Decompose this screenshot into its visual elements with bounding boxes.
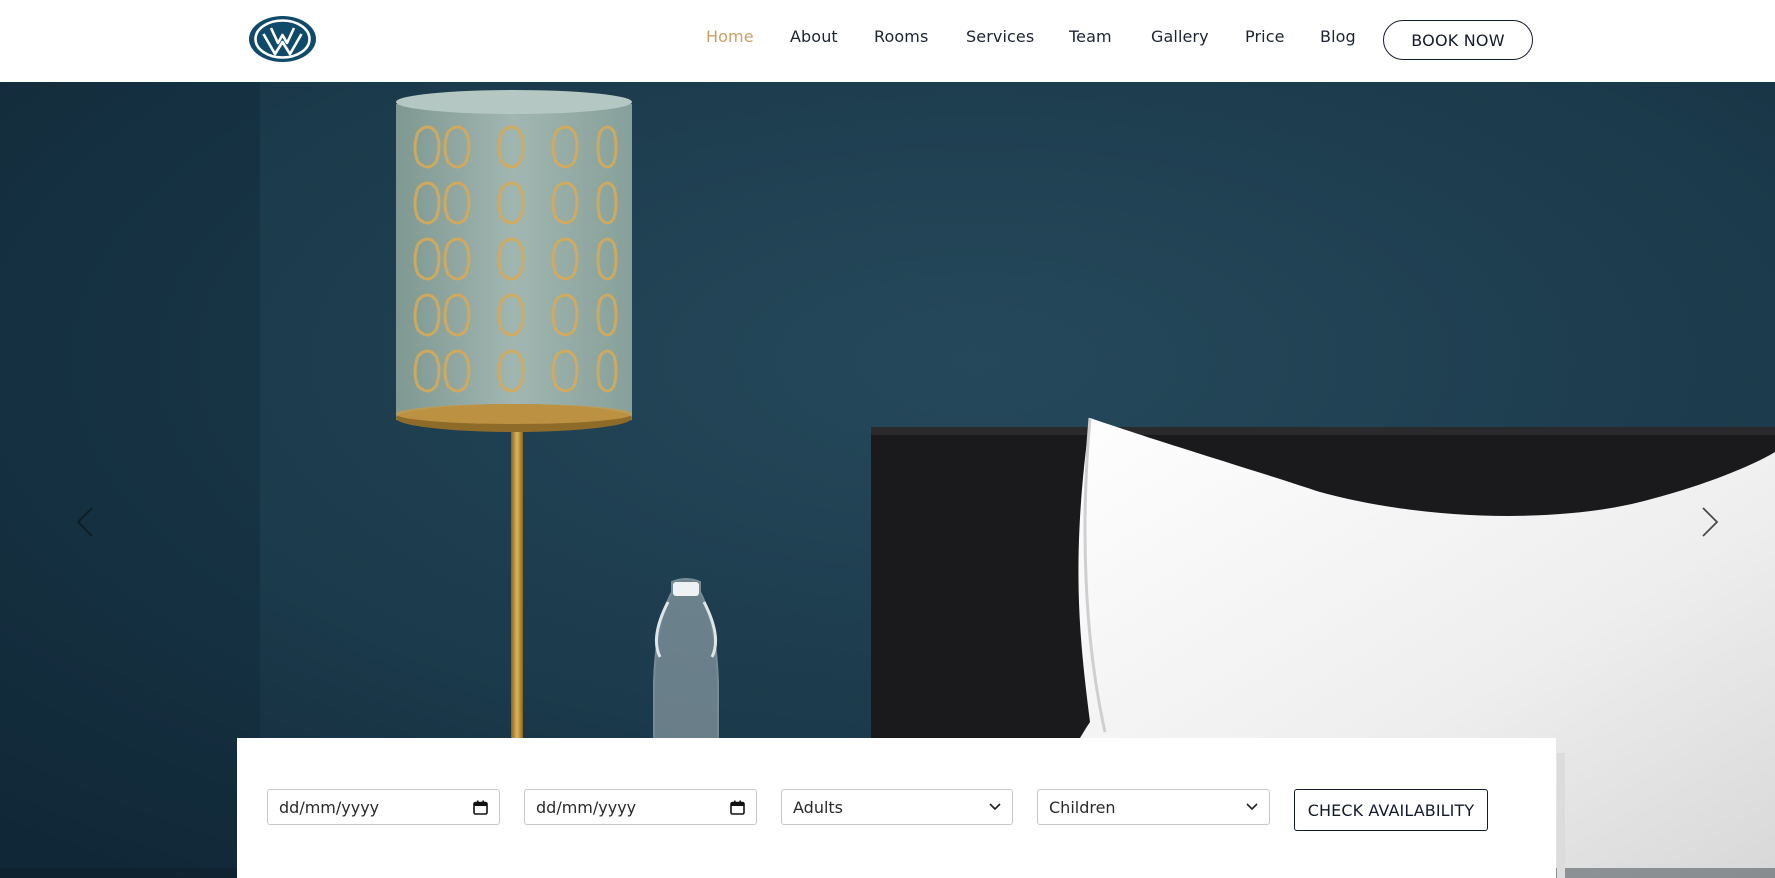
nav-blog[interactable]: Blog — [1320, 27, 1356, 46]
nav-rooms[interactable]: Rooms — [874, 27, 928, 46]
nav-gallery[interactable]: Gallery — [1151, 27, 1209, 46]
checkout-date-placeholder: dd/mm/yyyy — [536, 797, 637, 817]
adults-select[interactable]: Adults — [781, 789, 1013, 825]
chevron-right-icon — [1702, 507, 1719, 537]
checkin-date-placeholder: dd/mm/yyyy — [279, 797, 380, 817]
adults-select-value: Adults — [793, 797, 844, 817]
checkin-date-input[interactable]: dd/mm/yyyy — [267, 789, 500, 825]
chevron-down-icon — [989, 803, 1001, 811]
nav-price[interactable]: Price — [1245, 27, 1285, 46]
booking-bar-edge — [1557, 753, 1565, 878]
chevron-left-icon — [76, 507, 93, 537]
children-select-value: Children — [1049, 797, 1116, 817]
main-nav: Home About Rooms Services Team Gallery P… — [0, 0, 1775, 78]
nav-services[interactable]: Services — [966, 27, 1034, 46]
nav-team[interactable]: Team — [1069, 27, 1112, 46]
checkout-date-input[interactable]: dd/mm/yyyy — [524, 789, 757, 825]
nav-home[interactable]: Home — [706, 27, 754, 46]
book-now-button[interactable]: BOOK NOW — [1383, 20, 1533, 60]
slider-prev-button[interactable] — [70, 502, 100, 542]
calendar-icon[interactable] — [473, 800, 488, 815]
chevron-down-icon — [1246, 803, 1258, 811]
slider-next-button[interactable] — [1695, 502, 1725, 542]
site-header: Home About Rooms Services Team Gallery P… — [0, 0, 1775, 82]
calendar-icon[interactable] — [730, 800, 745, 815]
check-availability-button[interactable]: CHECK AVAILABILITY — [1294, 789, 1488, 831]
booking-form: dd/mm/yyyy dd/mm/yyyy Adults Children CH… — [237, 738, 1556, 878]
children-select[interactable]: Children — [1037, 789, 1270, 825]
nav-about[interactable]: About — [790, 27, 838, 46]
